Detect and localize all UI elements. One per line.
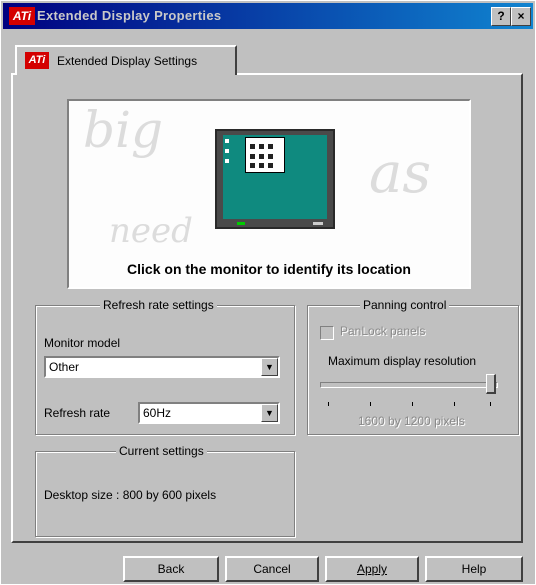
refresh-rate-group: Refresh rate settings Monitor model Othe… [35, 298, 295, 435]
background-script-word: as [369, 141, 432, 206]
desktop-icon [225, 139, 229, 143]
group-title: Current settings [116, 444, 207, 458]
tab-label: Extended Display Settings [57, 54, 198, 68]
slider-tick [454, 402, 455, 406]
ati-logo-icon: ATi [25, 52, 49, 69]
chevron-down-icon[interactable]: ▼ [261, 404, 278, 422]
monitor-model-select[interactable]: Other ▼ [44, 356, 280, 378]
slider-tick [412, 402, 413, 406]
monitor-preview: big as need Click on the monitor to iden… [67, 99, 471, 289]
panlock-checkbox[interactable] [320, 326, 334, 340]
apply-button[interactable]: Apply [325, 556, 419, 582]
identify-instruction: Click on the monitor to identify its loc… [127, 261, 411, 277]
window-thumbnail [245, 137, 285, 173]
background-script-word: need [109, 211, 193, 251]
panning-control-group: Panning control PanLock panels Maximum d… [307, 298, 519, 435]
monitor-model-label: Monitor model [44, 336, 121, 350]
current-settings-group: Current settings Desktop size : 800 by 6… [35, 444, 295, 537]
refresh-rate-label: Refresh rate [44, 406, 111, 420]
tab-extended-display-settings[interactable]: ATi Extended Display Settings [15, 45, 237, 75]
power-led [237, 222, 245, 225]
resolution-slider-thumb[interactable] [486, 374, 496, 394]
monitor-screen [223, 135, 327, 219]
background-script-word: big [83, 101, 164, 159]
back-button[interactable]: Back [123, 556, 219, 582]
monitor-icon[interactable] [215, 129, 335, 229]
group-title: Refresh rate settings [100, 298, 217, 312]
panlock-label: PanLock panels [340, 324, 426, 338]
refresh-rate-select[interactable]: 60Hz ▼ [138, 402, 280, 424]
slider-tick [328, 402, 329, 406]
desktop-icon [225, 149, 229, 153]
refresh-rate-value: 60Hz [143, 406, 172, 420]
apply-label: Apply [356, 562, 388, 576]
slider-tick [490, 402, 491, 406]
resolution-slider-track[interactable] [320, 382, 498, 388]
help-title-button[interactable]: ? [491, 7, 511, 26]
slider-tick [370, 402, 371, 406]
close-button[interactable]: × [511, 7, 531, 26]
desktop-icon [225, 159, 229, 163]
desktop-size-text: Desktop size : 800 by 600 pixels [44, 488, 217, 502]
group-title: Panning control [360, 298, 450, 312]
properties-window: ATi Extended Display Properties ? × ATi … [0, 0, 536, 585]
max-resolution-label: Maximum display resolution [328, 354, 477, 368]
monitor-model-value: Other [49, 360, 80, 374]
window-title: Extended Display Properties [37, 8, 222, 23]
help-button[interactable]: Help [425, 556, 523, 582]
cancel-button[interactable]: Cancel [225, 556, 319, 582]
title-bar[interactable]: ATi Extended Display Properties ? × [3, 3, 533, 29]
ati-logo-icon: ATi [9, 7, 35, 25]
slider-value-label: 1600 by 1200 pixels [358, 414, 465, 428]
monitor-button [313, 222, 323, 225]
chevron-down-icon[interactable]: ▼ [261, 358, 278, 376]
